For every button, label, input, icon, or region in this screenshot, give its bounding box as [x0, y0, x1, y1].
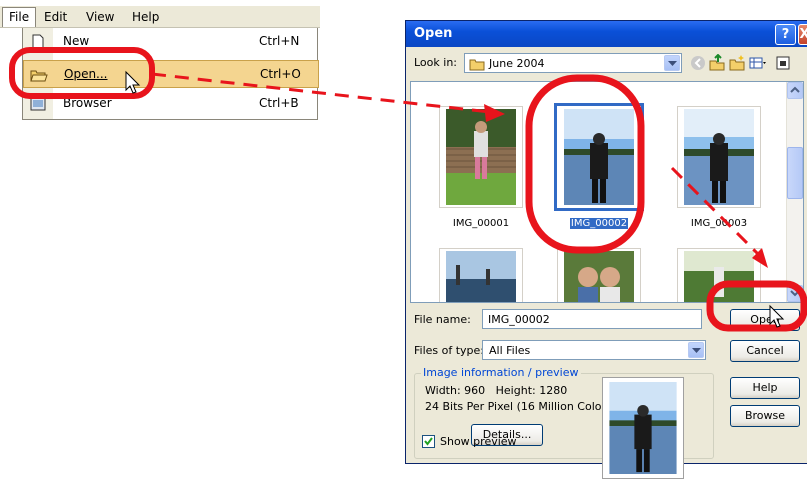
look-in-value: June 2004: [489, 57, 545, 70]
cancel-button[interactable]: Cancel: [730, 340, 800, 362]
chevron-down-icon: [790, 290, 800, 297]
folder-icon: [469, 59, 485, 71]
chevron-down-icon[interactable]: [688, 342, 704, 358]
browse-button[interactable]: Browse: [730, 405, 800, 427]
thumbnail-frame: [677, 106, 761, 208]
scroll-thumb[interactable]: [787, 147, 803, 199]
file-name-field-label: File name:: [414, 313, 471, 326]
show-preview-label: Show preview: [440, 435, 517, 448]
menu-edit[interactable]: Edit: [44, 10, 67, 24]
new-folder-icon[interactable]: [728, 54, 746, 72]
menu-file[interactable]: File: [2, 7, 37, 27]
menu-help[interactable]: Help: [132, 10, 159, 24]
chevron-up-icon: [790, 86, 800, 93]
image-bit-depth: 24 Bits Per Pixel (16 Million Colors): [425, 400, 617, 413]
dialog-titlebar[interactable]: Open ? X: [406, 21, 807, 47]
checkmark-icon: [424, 437, 433, 446]
chevron-down-icon[interactable]: [664, 55, 680, 71]
photo-thumbnail-garden: [684, 251, 754, 302]
file-menu-dropdown: New Ctrl+N Open... Ctrl+O Browser Ctrl+B: [22, 28, 319, 120]
thumbnail-frame: [557, 248, 641, 302]
list-item[interactable]: [549, 242, 649, 302]
file-name-label: IMG_00003: [690, 218, 748, 229]
titlebar-close-button[interactable]: X: [798, 24, 807, 45]
show-preview-checkbox[interactable]: [422, 435, 435, 448]
file-list[interactable]: IMG_00001 IMG_00002 IMG_00003: [410, 81, 804, 303]
dialog-title: Open: [414, 26, 453, 41]
back-icon[interactable]: [689, 54, 707, 72]
files-of-type-combo[interactable]: All Files: [482, 340, 706, 360]
scroll-up-button[interactable]: [787, 82, 803, 99]
menu-bar: File Edit View Help: [0, 6, 320, 28]
files-of-type-label: Files of type:: [414, 344, 485, 357]
thumbnail-frame: [439, 106, 523, 208]
open-dialog: Open ? X Look in: June 2004 IMG_00001 IM…: [405, 20, 807, 479]
menu-item-open[interactable]: Open... Ctrl+O: [23, 60, 319, 88]
browser-icon: [30, 97, 46, 111]
file-name-label-selected: IMG_00002: [569, 218, 629, 229]
list-item[interactable]: IMG_00002: [549, 100, 649, 236]
files-of-type-value: All Files: [489, 344, 531, 357]
help-button[interactable]: Help: [730, 377, 800, 399]
menu-item-browser[interactable]: Browser Ctrl+B: [23, 90, 319, 118]
list-item[interactable]: [431, 242, 531, 302]
thumbnail-frame: [677, 248, 761, 302]
tools-icon[interactable]: [774, 54, 792, 72]
file-name-input[interactable]: IMG_00002: [482, 309, 702, 329]
scroll-down-button[interactable]: [787, 285, 803, 302]
new-document-icon: [32, 34, 44, 50]
file-name-label: IMG_00001: [452, 218, 510, 229]
list-item[interactable]: [669, 242, 769, 302]
list-item[interactable]: IMG_00003: [669, 100, 769, 236]
thumbnail-frame-selected: [554, 103, 644, 211]
photo-thumbnail-person-by-lake: [564, 109, 634, 205]
photo-thumbnail-child-on-lawn: [446, 109, 516, 205]
menu-view[interactable]: View: [86, 10, 114, 24]
menu-item-new[interactable]: New Ctrl+N: [23, 28, 319, 56]
photo-thumbnail-two-people: [564, 251, 634, 302]
look-in-combo[interactable]: June 2004: [464, 53, 682, 73]
photo-thumbnail-person-by-water: [684, 109, 754, 205]
look-in-label: Look in:: [414, 56, 457, 69]
vertical-scrollbar[interactable]: [786, 82, 803, 302]
list-item[interactable]: IMG_00001: [431, 100, 531, 236]
up-folder-icon[interactable]: [708, 54, 726, 72]
titlebar-help-button[interactable]: ?: [775, 24, 796, 45]
image-info-title: Image information / preview: [421, 366, 581, 379]
photo-thumbnail-lake: [446, 251, 516, 302]
image-dimensions: Width: 960 Height: 1280: [425, 384, 568, 397]
view-menu-icon[interactable]: [748, 54, 766, 72]
thumbnail-frame: [439, 248, 523, 302]
open-button[interactable]: Open: [730, 309, 800, 331]
open-folder-icon: [30, 70, 48, 82]
photo-preview-person-by-lake: [609, 382, 677, 474]
